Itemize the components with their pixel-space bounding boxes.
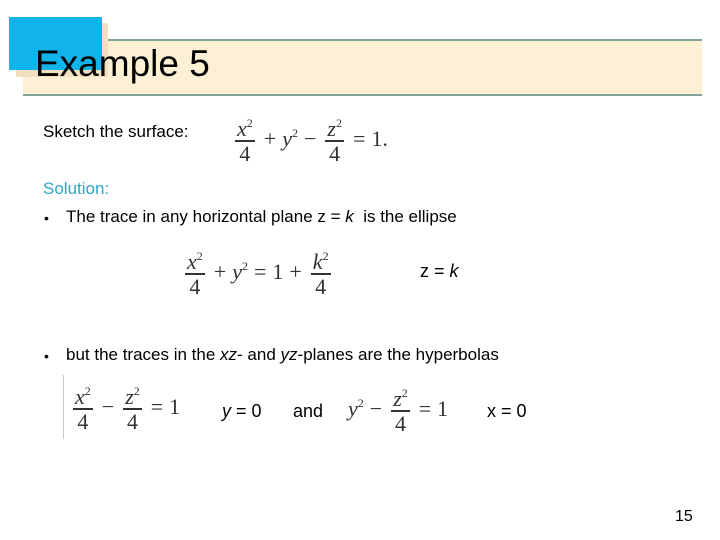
- hyperbola-xz-condition: y = 0: [222, 401, 262, 421]
- ellipse-condition: z = k: [420, 261, 459, 281]
- hyperbola-yz-equation: y2 − z2 4 = 1: [348, 382, 448, 436]
- connector-and: and: [293, 401, 324, 421]
- fraction-x2-over-4: x2 4: [185, 249, 205, 299]
- ellipse-equation: x2 4 + y2 = 1 + k2 4: [182, 245, 334, 299]
- prompt-label: Sketch the surface:: [43, 122, 189, 141]
- hyperbola-yz-condition: x = 0: [487, 401, 527, 421]
- surface-equation: x2 4 + y2 − z2 4 = 1.: [232, 112, 388, 166]
- fraction-z2-over-4: z2 4: [325, 116, 344, 166]
- hyperbola-xz-equation: x2 4 − z2 4 = 1: [70, 380, 180, 434]
- fraction-z2-over-4: z2 4: [123, 384, 142, 434]
- bullet-text-hyperbolas: but the traces in the xz- and yz-planes …: [66, 345, 499, 364]
- bullet-marker: •: [44, 210, 49, 226]
- slide-title: Example 5: [35, 43, 210, 84]
- fraction-x2-over-4: x2 4: [73, 384, 93, 434]
- fraction-z2-over-4: z2 4: [391, 386, 410, 436]
- fraction-k2-over-4: k2 4: [310, 249, 331, 299]
- solution-label: Solution:: [43, 179, 110, 198]
- bullet-marker: •: [44, 348, 49, 364]
- fraction-x2-over-4: x2 4: [235, 116, 255, 166]
- page-number: 15: [675, 508, 693, 525]
- image-border-line: [63, 375, 64, 439]
- bullet-text-ellipse: The trace in any horizontal plane z = k …: [66, 207, 457, 226]
